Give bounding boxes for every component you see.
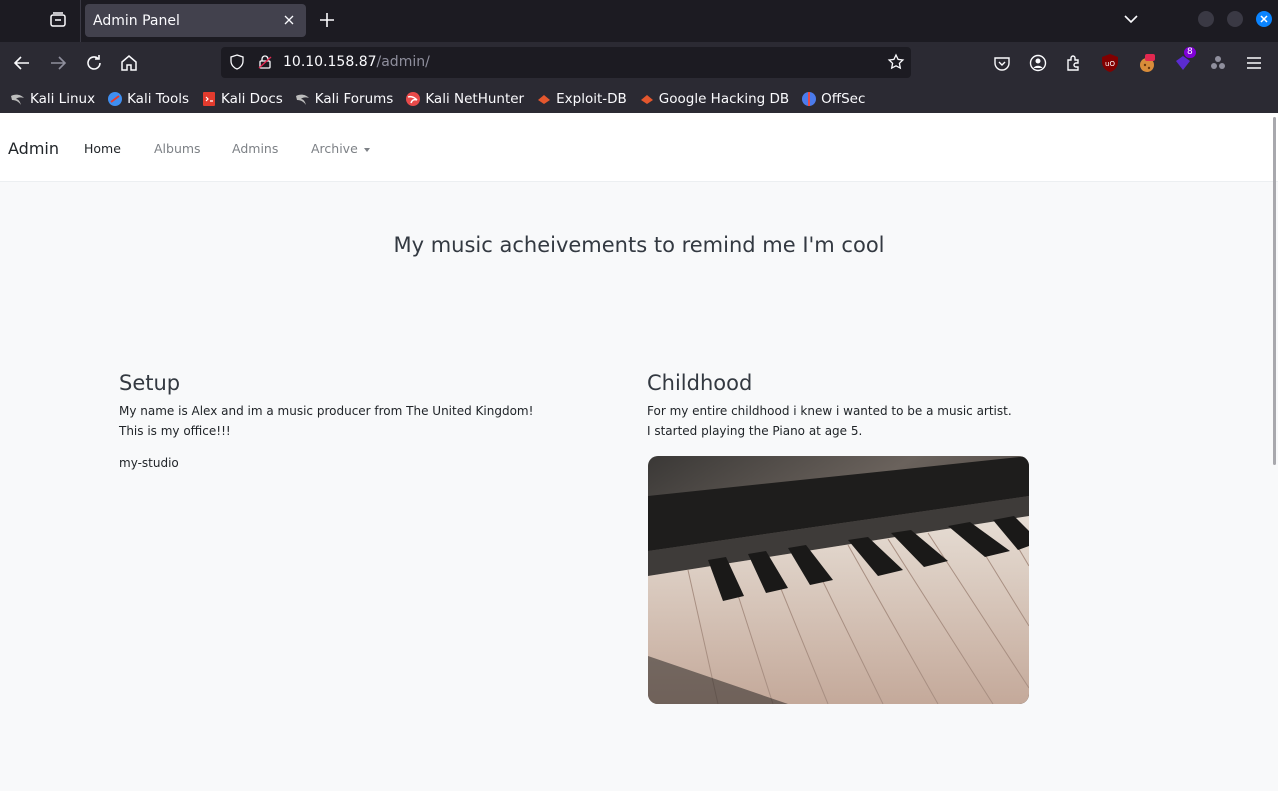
extensions-icon[interactable]: [1064, 53, 1084, 73]
reload-icon[interactable]: [83, 52, 105, 74]
url-host: 10.10.158.87: [283, 54, 377, 70]
maximize-window-button[interactable]: [1227, 11, 1243, 27]
bookmark-label: Google Hacking DB: [658, 90, 790, 107]
forward-arrow-icon[interactable]: [47, 52, 69, 74]
url-bar[interactable]: 10.10.158.87/admin/: [221, 47, 911, 78]
home-icon[interactable]: [118, 52, 140, 74]
insecure-lock-icon[interactable]: [257, 54, 273, 70]
bookmark-kali-nethunter[interactable]: Kali NetHunter: [405, 91, 524, 107]
bookmark-label: Kali Docs: [221, 90, 283, 107]
bookmark-star-icon[interactable]: [887, 53, 905, 71]
bookmark-label: Kali Tools: [127, 90, 189, 107]
kali-dragon-icon: [10, 91, 26, 107]
kali-docs-icon: [201, 91, 217, 107]
nethunter-icon: [405, 91, 421, 107]
broken-image-alt-text: my-studio: [119, 456, 179, 470]
ghdb-icon: [639, 91, 655, 107]
section-text: My name is Alex and im a music producer …: [119, 404, 534, 418]
bookmark-kali-linux[interactable]: Kali Linux: [10, 91, 95, 107]
section-text: I started playing the Piano at age 5.: [647, 424, 863, 438]
back-arrow-icon[interactable]: [11, 52, 33, 74]
kali-tools-icon: [107, 91, 123, 107]
url-path: /admin/: [376, 54, 430, 70]
nav-link-admins[interactable]: Admins: [232, 141, 278, 156]
bookmark-label: Kali Linux: [30, 90, 96, 107]
bookmark-label: Exploit-DB: [556, 90, 627, 107]
nav-link-home[interactable]: Home: [84, 141, 121, 156]
tab-title: Admin Panel: [93, 12, 180, 29]
bookmark-label: OffSec: [821, 90, 866, 107]
new-tab-icon[interactable]: [316, 9, 338, 31]
exploit-db-icon: [536, 91, 552, 107]
offsec-icon: [801, 91, 817, 107]
extension-badge: 8: [1184, 47, 1196, 58]
browser-nav-bar: 10.10.158.87/admin/ uO 8: [0, 42, 1278, 84]
bookmark-kali-forums[interactable]: Kali Forums: [295, 90, 394, 107]
close-icon: [1260, 15, 1268, 23]
tab-groups-icon[interactable]: [46, 8, 70, 32]
account-icon[interactable]: [1028, 53, 1048, 73]
url-text: 10.10.158.87/admin/: [283, 54, 430, 70]
page-scrollbar[interactable]: [1273, 117, 1276, 465]
nav-link-label: Archive: [311, 141, 358, 156]
tabbar-divider: [80, 0, 81, 42]
ublock-origin-icon[interactable]: uO: [1100, 53, 1120, 73]
bookmark-google-hacking-db[interactable]: Google Hacking DB: [639, 91, 789, 107]
puzzle-icon[interactable]: [1208, 53, 1228, 73]
kali-dragon-icon: [295, 91, 311, 107]
browser-tab[interactable]: Admin Panel: [85, 4, 306, 37]
piano-keys-photo: [648, 456, 1029, 704]
tracking-protection-icon[interactable]: [229, 54, 245, 70]
bookmark-kali-tools[interactable]: Kali Tools: [107, 91, 189, 107]
childhood-section: Childhood For my entire childhood i knew…: [647, 371, 1107, 441]
close-tab-icon[interactable]: [281, 12, 297, 28]
bookmark-exploit-db[interactable]: Exploit-DB: [536, 91, 627, 107]
bookmark-offsec[interactable]: OffSec: [801, 91, 865, 107]
close-window-button[interactable]: [1256, 11, 1272, 27]
site-navbar: Admin Home Albums Admins Archive: [0, 113, 1278, 182]
bookmark-kali-docs[interactable]: Kali Docs: [201, 91, 283, 107]
svg-text:uO: uO: [1105, 60, 1115, 68]
navbar-brand[interactable]: Admin: [8, 139, 59, 158]
section-heading: Setup: [119, 371, 181, 395]
cookie-extension-icon[interactable]: [1137, 53, 1157, 73]
pocket-icon[interactable]: [992, 53, 1012, 73]
purple-extension-icon[interactable]: 8: [1173, 47, 1196, 73]
chevron-down-icon[interactable]: [1121, 9, 1141, 29]
bookmarks-toolbar: Kali Linux Kali Tools Kali Docs Kali For…: [0, 84, 1278, 113]
hamburger-menu-icon[interactable]: [1244, 53, 1264, 73]
setup-section: Setup My name is Alex and im a music pro…: [119, 371, 579, 473]
section-text: This is my office!!!: [119, 424, 231, 438]
section-text: For my entire childhood i knew i wanted …: [647, 404, 1012, 418]
bookmark-label: Kali Forums: [314, 90, 394, 107]
nav-dropdown-archive[interactable]: Archive: [311, 141, 370, 156]
minimize-window-button[interactable]: [1198, 11, 1214, 27]
browser-tab-bar: Admin Panel: [0, 0, 1278, 42]
caret-down-icon: [363, 147, 370, 152]
bookmark-label: Kali NetHunter: [425, 90, 525, 107]
page-content: Admin Home Albums Admins Archive My musi…: [0, 113, 1278, 791]
page-title: My music acheivements to remind me I'm c…: [393, 233, 885, 257]
nav-link-albums[interactable]: Albums: [154, 141, 201, 156]
section-heading: Childhood: [647, 371, 753, 395]
